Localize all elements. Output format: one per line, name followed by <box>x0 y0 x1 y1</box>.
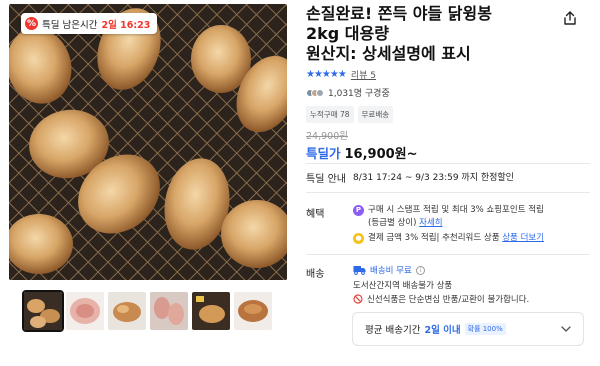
percent-icon: % <box>25 17 38 30</box>
average-delivery-label: 평균 배송기간 <box>365 325 421 336</box>
viewers-count: 1,031명 구경중 <box>328 89 390 99</box>
benefit-details-link[interactable]: 자세히 <box>419 218 442 228</box>
viewers-row: 1,031명 구경중 <box>306 86 390 99</box>
product-title-line-2: 2kg 대용량 <box>306 24 389 43</box>
chevron-down-icon <box>561 326 571 332</box>
shipping-label: 배송 <box>306 269 325 280</box>
star-rating-icon: ★★★★★ <box>306 69 347 80</box>
grilled-wings-photo <box>9 4 287 280</box>
point-icon: P <box>353 205 364 216</box>
deal-countdown-label: 특딜 남은시간 <box>42 19 98 31</box>
thumbnail-6[interactable] <box>234 292 272 330</box>
product-title-line-1: 손질완료! 쫀득 야들 닭윙봉 <box>306 4 492 23</box>
chip-free-shipping: 무료배송 <box>357 106 394 123</box>
share-button[interactable] <box>556 4 584 32</box>
coin-icon: ● <box>353 233 364 244</box>
deal-countdown-badge: % 특딜 남은시간 2일 16:23 <box>21 13 158 34</box>
viewer-avatars <box>306 88 324 97</box>
price-row: 특딜가 16,900원~ <box>306 143 418 162</box>
rating-row: ★★★★★ 리뷰 5 <box>306 68 376 81</box>
thumbnail-strip <box>22 290 272 332</box>
thumbnail-2[interactable] <box>66 292 104 330</box>
average-delivery-days: 2일 이내 <box>424 325 461 336</box>
thumbnail-5[interactable] <box>192 292 230 330</box>
no-return-row: 신선식품은 단순변심 반품/교환이 불가합니다. <box>353 293 529 305</box>
product-chips: 누적구매 78 무료배송 <box>306 106 394 123</box>
main-product-image[interactable]: % 특딜 남은시간 2일 16:23 <box>9 4 287 280</box>
thumbnail-4[interactable] <box>150 292 188 330</box>
deal-price-label: 특딜가 <box>306 146 341 161</box>
review-link[interactable]: 리뷰 5 <box>351 68 376 81</box>
average-delivery-dropdown[interactable]: 평균 배송기간 2일 이내 확률 100% <box>352 312 584 346</box>
benefit-stamp-note: (등급별 상이) <box>368 218 417 228</box>
shipping-restriction: 도서산간지역 배송불가 상품 <box>353 281 453 291</box>
delivery-probability-badge: 확률 100% <box>464 323 506 335</box>
divider <box>306 163 590 164</box>
share-icon <box>564 11 576 25</box>
deal-info-period: 8/31 17:24 ~ 9/3 23:59 까지 한정할인 <box>353 173 514 183</box>
prohibited-icon <box>353 294 363 304</box>
thumbnail-1[interactable] <box>22 290 64 332</box>
deal-countdown-time: 2일 16:23 <box>101 19 151 31</box>
info-icon[interactable]: i <box>415 265 425 275</box>
truck-icon <box>353 266 366 275</box>
free-shipping-row: 배송비 무료 i <box>353 264 425 276</box>
benefit-stamp: P 구매 시 스탬프 적립 및 최대 3% 쇼핑포인트 적립 (등급별 상이) … <box>353 204 589 230</box>
more-products-link[interactable]: 상품 더보기 <box>502 233 544 243</box>
deal-info-label: 특딜 안내 <box>306 174 346 185</box>
free-shipping-text: 배송비 무료 <box>370 266 412 276</box>
product-title-line-3: 원산지: 상세설명에 표시 <box>306 44 471 63</box>
no-return-text: 신선식품은 단순변심 반품/교환이 불가합니다. <box>367 295 530 305</box>
divider <box>306 192 590 193</box>
original-price: 24,900원 <box>306 131 348 142</box>
benefit-reward-text: 결제 금액 3% 적립| 추천리워드 상품 <box>368 233 500 243</box>
benefit-reward: ● 결제 금액 3% 적립| 추천리워드 상품 상품 더보기 <box>353 232 544 245</box>
divider <box>306 254 590 255</box>
deal-price: 16,900원~ <box>344 147 418 162</box>
product-title: 손질완료! 쫀득 야들 닭윙봉 2kg 대용량 원산지: 상세설명에 표시 <box>306 4 542 64</box>
benefit-stamp-text: 구매 시 스탬프 적립 및 최대 3% 쇼핑포인트 적립 <box>368 205 544 215</box>
benefits-label: 혜택 <box>306 209 325 220</box>
thumbnail-3[interactable] <box>108 292 146 330</box>
chip-cumulative-purchases: 누적구매 78 <box>306 106 354 123</box>
